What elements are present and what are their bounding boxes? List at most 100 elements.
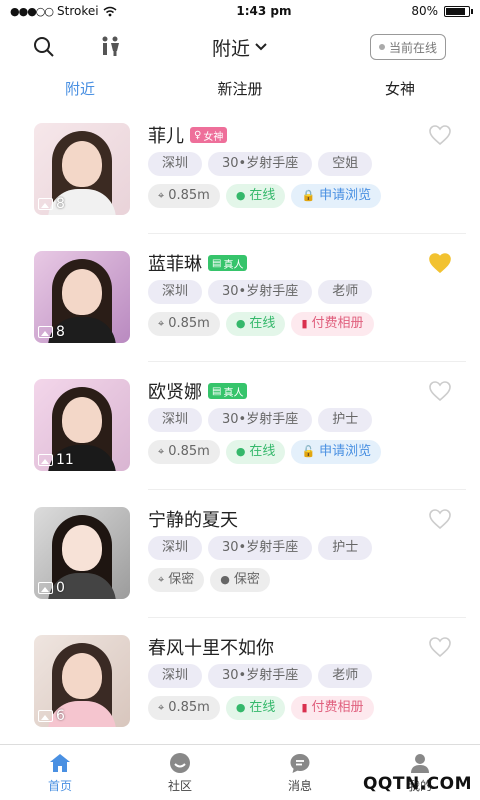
tag-city: 深圳	[148, 152, 203, 176]
online-dot-icon	[378, 44, 385, 50]
distance-chip: ⌖ 0.85m	[148, 696, 220, 720]
name-row: 菲儿 ♀ 女神	[148, 122, 228, 148]
tab-goddess[interactable]: 女神	[320, 72, 480, 106]
tag-city: 深圳	[148, 408, 203, 432]
avatar[interactable]: 8	[34, 123, 130, 215]
avatar[interactable]: 6	[34, 635, 130, 727]
distance-chip: ⌖ 保密	[148, 568, 205, 592]
list-item[interactable]: 0 宁静的夏天 深圳 30•岁射手座 护士 ⌖ 保密 ● 保密	[0, 490, 480, 618]
tag-city: 深圳	[148, 664, 203, 688]
paid-album-label: 付费相册	[311, 316, 364, 331]
bottom-nav: 首页 社区 消息 我的 QQTN.COM	[0, 744, 480, 800]
request-view-label: 申请浏览	[319, 188, 372, 203]
online-chip: ● 在线	[225, 184, 286, 208]
tag-occupation: 护士	[318, 408, 373, 432]
online-status: 在线	[249, 188, 276, 203]
avatar[interactable]: 11	[34, 379, 130, 471]
gender-filter-button[interactable]	[96, 33, 124, 61]
list-item[interactable]: 8 蓝菲琳 ▤ 真人 深圳 30•岁射手座 老师 ⌖ 0.85m ● 在线 ▮ 付费相…	[0, 234, 480, 362]
tag-row: 深圳 30•岁射手座 护士	[148, 536, 373, 560]
request-view-button[interactable]: 🔓 申请浏览	[291, 440, 382, 464]
nav-home[interactable]: 首页	[0, 745, 120, 800]
person-icon: ●	[220, 573, 230, 586]
photo-icon	[38, 582, 53, 594]
photo-count: 11	[38, 452, 74, 468]
tag-age-zodiac: 30•岁射手座	[208, 408, 313, 432]
online-chip: ● 在线	[225, 696, 286, 720]
heart-icon[interactable]	[428, 124, 452, 146]
status-right: 80%	[411, 4, 473, 18]
nav-community[interactable]: 社区	[120, 745, 240, 800]
goddess-badge: ♀ 女神	[190, 127, 228, 143]
tab-nearby[interactable]: 附近	[0, 72, 160, 106]
photo-count: 8	[38, 324, 65, 340]
photo-icon	[38, 326, 53, 338]
person-icon: ●	[235, 317, 246, 330]
badge-label: 女神	[203, 131, 224, 143]
distance-value: 0.85m	[168, 444, 210, 459]
person-icon: ●	[235, 701, 246, 714]
tag-age-zodiac: 30•岁射手座	[208, 536, 313, 560]
wifi-icon	[103, 6, 117, 16]
search-button[interactable]	[30, 33, 58, 61]
online-filter-button[interactable]: 当前在线	[369, 34, 446, 60]
list-item[interactable]: 11 欧贤娜 ▤ 真人 深圳 30•岁射手座 护士 ⌖ 0.85m ● 在线 🔓 申请…	[0, 362, 480, 490]
avatar[interactable]: 8	[34, 251, 130, 343]
watermark: QQTN.COM	[362, 774, 472, 794]
online-status: 保密	[233, 572, 260, 587]
tag-row: 深圳 30•岁射手座 老师	[148, 280, 373, 304]
tab-bar: 附近 新注册 女神	[0, 72, 480, 106]
location-title-dropdown[interactable]: 附近	[212, 34, 268, 61]
heart-icon[interactable]	[428, 252, 452, 274]
heart-icon[interactable]	[428, 508, 452, 530]
avatar[interactable]: 0	[34, 507, 130, 599]
online-filter-label: 当前在线	[388, 40, 437, 55]
online-chip: ● 保密	[210, 568, 270, 592]
tag-row: 深圳 30•岁射手座 空姐	[148, 152, 373, 176]
tag-occupation: 老师	[318, 280, 373, 304]
location-icon: ⌖	[158, 317, 165, 330]
photo-count-value: 11	[56, 452, 74, 468]
tag-occupation: 空姐	[318, 152, 373, 176]
info-row: ⌖ 0.85m ● 在线 🔓 申请浏览	[148, 440, 382, 464]
photo-count: 0	[38, 580, 65, 596]
person-icon: ●	[235, 189, 246, 202]
red-envelope-icon: ▮	[301, 701, 308, 714]
status-left: ●●●○○ Strokei	[10, 4, 117, 18]
online-chip: ● 在线	[225, 312, 286, 336]
paid-album-button[interactable]: ▮ 付费相册	[291, 696, 374, 720]
chevron-down-icon	[255, 43, 267, 51]
battery-icon	[444, 5, 473, 17]
person-icon: ●	[235, 445, 246, 458]
request-view-button[interactable]: 🔒 申请浏览	[291, 184, 382, 208]
red-envelope-icon: ▮	[301, 317, 308, 330]
list-item[interactable]: 6 春风十里不如你 深圳 30•岁射手座 老师 ⌖ 0.85m ● 在线 ▮ 付费相册	[0, 618, 480, 746]
heart-icon[interactable]	[428, 636, 452, 658]
heart-icon[interactable]	[428, 380, 452, 402]
distance-value: 0.85m	[168, 700, 210, 715]
user-name: 蓝菲琳	[148, 254, 202, 275]
info-row: ⌖ 0.85m ● 在线 ▮ 付费相册	[148, 312, 374, 336]
online-status: 在线	[249, 444, 276, 459]
name-row: 蓝菲琳 ▤ 真人	[148, 250, 248, 276]
tag-occupation: 老师	[318, 664, 373, 688]
clock: 1:43 pm	[236, 4, 292, 18]
top-bar: 附近 当前在线	[0, 22, 480, 72]
page-title: 附近	[211, 37, 251, 60]
signal-icon: ●●●○○	[10, 4, 54, 18]
battery-percent: 80%	[411, 4, 438, 18]
photo-icon	[38, 198, 53, 210]
tag-row: 深圳 30•岁射手座 护士	[148, 408, 373, 432]
community-icon	[170, 752, 190, 773]
location-icon: ⌖	[158, 189, 165, 202]
distance-value: 保密	[168, 572, 195, 587]
profile-icon	[411, 753, 429, 773]
carrier-label: Strokei	[57, 4, 99, 18]
tab-new-registrations[interactable]: 新注册	[160, 72, 320, 106]
paid-album-button[interactable]: ▮ 付费相册	[291, 312, 374, 336]
list-item[interactable]: 8 菲儿 ♀ 女神 深圳 30•岁射手座 空姐 ⌖ 0.85m ● 在线 🔒 申请浏览	[0, 106, 480, 234]
photo-icon	[38, 710, 53, 722]
search-icon	[34, 37, 54, 57]
name-row: 欧贤娜 ▤ 真人	[148, 378, 248, 404]
nav-messages[interactable]: 消息	[240, 745, 360, 800]
